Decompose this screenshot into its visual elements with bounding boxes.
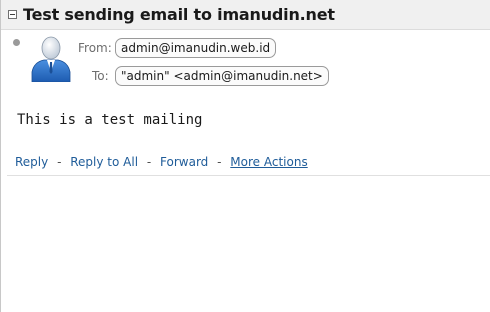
more-actions-link[interactable]: More Actions (230, 155, 307, 169)
action-separator: - (217, 155, 222, 169)
action-separator: - (57, 155, 62, 169)
action-separator: - (146, 155, 152, 169)
message-subject: Test sending email to imanudin.net (23, 5, 335, 24)
message-actions: Reply - Reply to All - Forward - More Ac… (15, 155, 308, 169)
message-body: This is a test mailing (17, 112, 203, 128)
to-label: To: (92, 69, 109, 83)
actions-divider (7, 175, 490, 176)
to-address-chip[interactable]: "admin" <admin@imanudin.net> (115, 66, 329, 86)
window-left-border (0, 0, 1, 312)
from-label: From: (78, 41, 112, 55)
message-header: Test sending email to imanudin.net (1, 0, 490, 30)
collapse-minus-icon[interactable] (8, 10, 17, 19)
reply-link[interactable]: Reply (15, 155, 48, 169)
reply-all-link[interactable]: Reply to All (70, 155, 138, 169)
from-address-chip[interactable]: admin@imanudin.web.id (115, 38, 277, 58)
forward-link[interactable]: Forward (160, 155, 208, 169)
unread-dot-icon (13, 39, 20, 46)
person-avatar-icon (31, 36, 71, 82)
